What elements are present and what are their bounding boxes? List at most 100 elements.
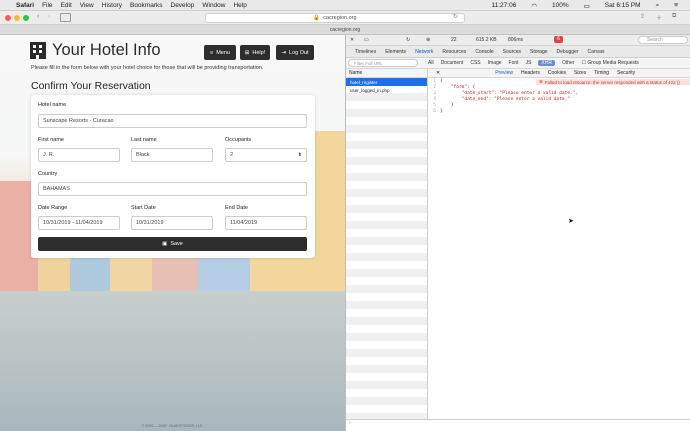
menu-help[interactable]: Help (233, 2, 246, 9)
back-icon[interactable]: ‹ (37, 13, 45, 21)
filter-js[interactable]: JS (526, 60, 532, 66)
minimize-window-button[interactable] (14, 15, 20, 21)
last-name-value: Black (136, 152, 150, 158)
menu-app-name[interactable]: Safari (16, 2, 34, 9)
zoom-window-button[interactable] (23, 15, 29, 21)
resource-count: 22 (451, 37, 457, 43)
tab-debugger[interactable]: Debugger (557, 49, 579, 55)
date-range-label: Date Range (38, 205, 68, 211)
sidebar-icon[interactable] (60, 13, 71, 22)
tab-canvas[interactable]: Canvas (588, 49, 605, 55)
hotel-name-input[interactable]: Sunscape Resorts - Curacao (38, 114, 307, 128)
request-name: user_logged_in.php (350, 87, 390, 93)
menu-button[interactable]: ≡ Menu (204, 45, 236, 60)
country-input[interactable]: BAHAMAS (38, 182, 307, 196)
occupants-value: 2 (230, 152, 234, 158)
list-item[interactable]: user_logged_in.php (346, 86, 427, 94)
last-name-input[interactable]: Black (131, 148, 213, 162)
help-button[interactable]: ⊞ Help! (240, 45, 270, 60)
tab-security[interactable]: Security (617, 70, 635, 76)
reload-inspector-icon[interactable]: ↻ (406, 37, 410, 43)
battery-percent[interactable]: 100% (552, 2, 569, 9)
tab-timelines[interactable]: Timelines (355, 49, 376, 55)
lock-icon: 🔒 (313, 15, 321, 21)
status-time-small[interactable]: 11:27:06 (492, 2, 517, 9)
filter-image[interactable]: Image (488, 60, 502, 66)
tabs-overview-icon[interactable]: ⧉ (672, 13, 676, 20)
load-time: 806ms (508, 37, 524, 43)
list-header[interactable]: Name (346, 69, 427, 78)
menu-develop[interactable]: Develop (171, 2, 195, 9)
dock-icon[interactable]: ▭ (364, 37, 369, 43)
close-window-button[interactable] (5, 15, 11, 21)
help-icon: ⊞ (244, 49, 250, 56)
menu-list-icon[interactable]: ≡ (674, 2, 678, 9)
menu-file[interactable]: File (42, 2, 52, 9)
reload-icon[interactable]: ↻ (453, 13, 458, 20)
tab-timing[interactable]: Timing (594, 70, 609, 76)
filter-document[interactable]: Document (441, 60, 464, 66)
list-item[interactable]: hotel_register (346, 78, 427, 86)
battery-icon[interactable]: ▭ (584, 2, 590, 10)
first-name-input[interactable]: J. R. (38, 148, 120, 162)
filter-css[interactable]: CSS (470, 60, 480, 66)
menu-window[interactable]: Window (202, 2, 225, 9)
save-button-label: Save (170, 241, 183, 247)
menu-view[interactable]: View (80, 2, 94, 9)
filter-url-input[interactable]: Filter Full URL (348, 59, 418, 67)
share-icon[interactable]: ⇪ (640, 13, 645, 20)
menu-bookmarks[interactable]: Bookmarks (130, 2, 163, 9)
end-date-input[interactable]: 11/04/2019 (225, 216, 307, 230)
new-tab-icon[interactable]: ＋ (656, 13, 662, 22)
menu-history[interactable]: History (102, 2, 122, 9)
download-icon[interactable]: ⊕ (426, 37, 430, 43)
forward-icon[interactable]: › (48, 13, 56, 21)
detail-tab-bar: ✕ Preview Headers Cookies Sizes Timing S… (428, 69, 690, 78)
tab-network[interactable]: Network (415, 49, 433, 55)
logout-button[interactable]: ⇥ Log Out (276, 45, 314, 60)
filter-all[interactable]: All (428, 60, 434, 66)
tab-elements[interactable]: Elements (385, 49, 406, 55)
site-footer: © 2009 — 2019 · BLAKSTUDIOS, LLC. (141, 424, 204, 428)
tab-cookies[interactable]: Cookies (548, 70, 566, 76)
filter-xhr[interactable]: XHR (538, 60, 555, 66)
detail-close-icon[interactable]: ✕ (436, 70, 440, 76)
group-media-checkbox[interactable]: ☐ Group Media Requests (581, 60, 638, 66)
save-button[interactable]: ▣ Save (38, 237, 307, 251)
occupants-select[interactable]: 2 ⬍ (225, 148, 307, 162)
clock[interactable]: Sat 6:15 PM (605, 2, 641, 9)
web-inspector: ✕ ▭ ↻ ⊕ 22 615.2 KB 806ms 6 Search Timel… (345, 35, 690, 431)
close-inspector-icon[interactable]: ✕ (350, 37, 354, 43)
error-message-bar: ⊗ Failed to load resource: the server res… (536, 79, 690, 85)
group-media-label: Group Media Requests (587, 60, 639, 66)
start-date-input[interactable]: 10/31/2019 (131, 216, 213, 230)
wifi-icon[interactable]: ◠ (531, 2, 537, 10)
date-range-input[interactable]: 10/31/2019 - 11/04/2019 (38, 216, 120, 230)
resource-size: 615.2 KB (476, 37, 497, 43)
logout-button-label: Log Out (289, 49, 309, 56)
request-detail: ✕ Preview Headers Cookies Sizes Timing S… (428, 69, 690, 419)
inspector-search-input[interactable]: Search (638, 36, 688, 44)
request-list: Name hotel_register user_logged_in.php (346, 69, 428, 419)
error-count-badge[interactable]: 6 (554, 36, 563, 43)
tab-preview[interactable]: Preview (495, 70, 513, 76)
network-filter-bar: Filter Full URL All Document CSS Image F… (346, 58, 690, 69)
tab-headers[interactable]: Headers (521, 70, 540, 76)
tab-resources[interactable]: Resources (442, 49, 466, 55)
search-icon[interactable]: ⌕ (656, 2, 660, 10)
tab-title[interactable]: cacregion.org (0, 27, 690, 33)
address-bar[interactable]: 🔒 cacregion.org (205, 13, 465, 23)
tab-sources[interactable]: Sources (503, 49, 521, 55)
tab-sizes[interactable]: Sizes (574, 70, 586, 76)
tab-storage[interactable]: Storage (530, 49, 548, 55)
menu-edit[interactable]: Edit (61, 2, 72, 9)
filter-font[interactable]: Font (509, 60, 519, 66)
code-line: 6} (433, 109, 443, 114)
tab-bar[interactable]: cacregion.org (0, 25, 690, 35)
console-prompt[interactable]: › (346, 419, 690, 431)
mouse-cursor-icon: ➤ (568, 218, 574, 225)
filter-other[interactable]: Other (562, 60, 575, 66)
tab-console[interactable]: Console (475, 49, 493, 55)
menu-bar: Safari File Edit View History Bookmarks … (0, 0, 690, 11)
error-message: Failed to load resource: the server resp… (544, 79, 680, 85)
